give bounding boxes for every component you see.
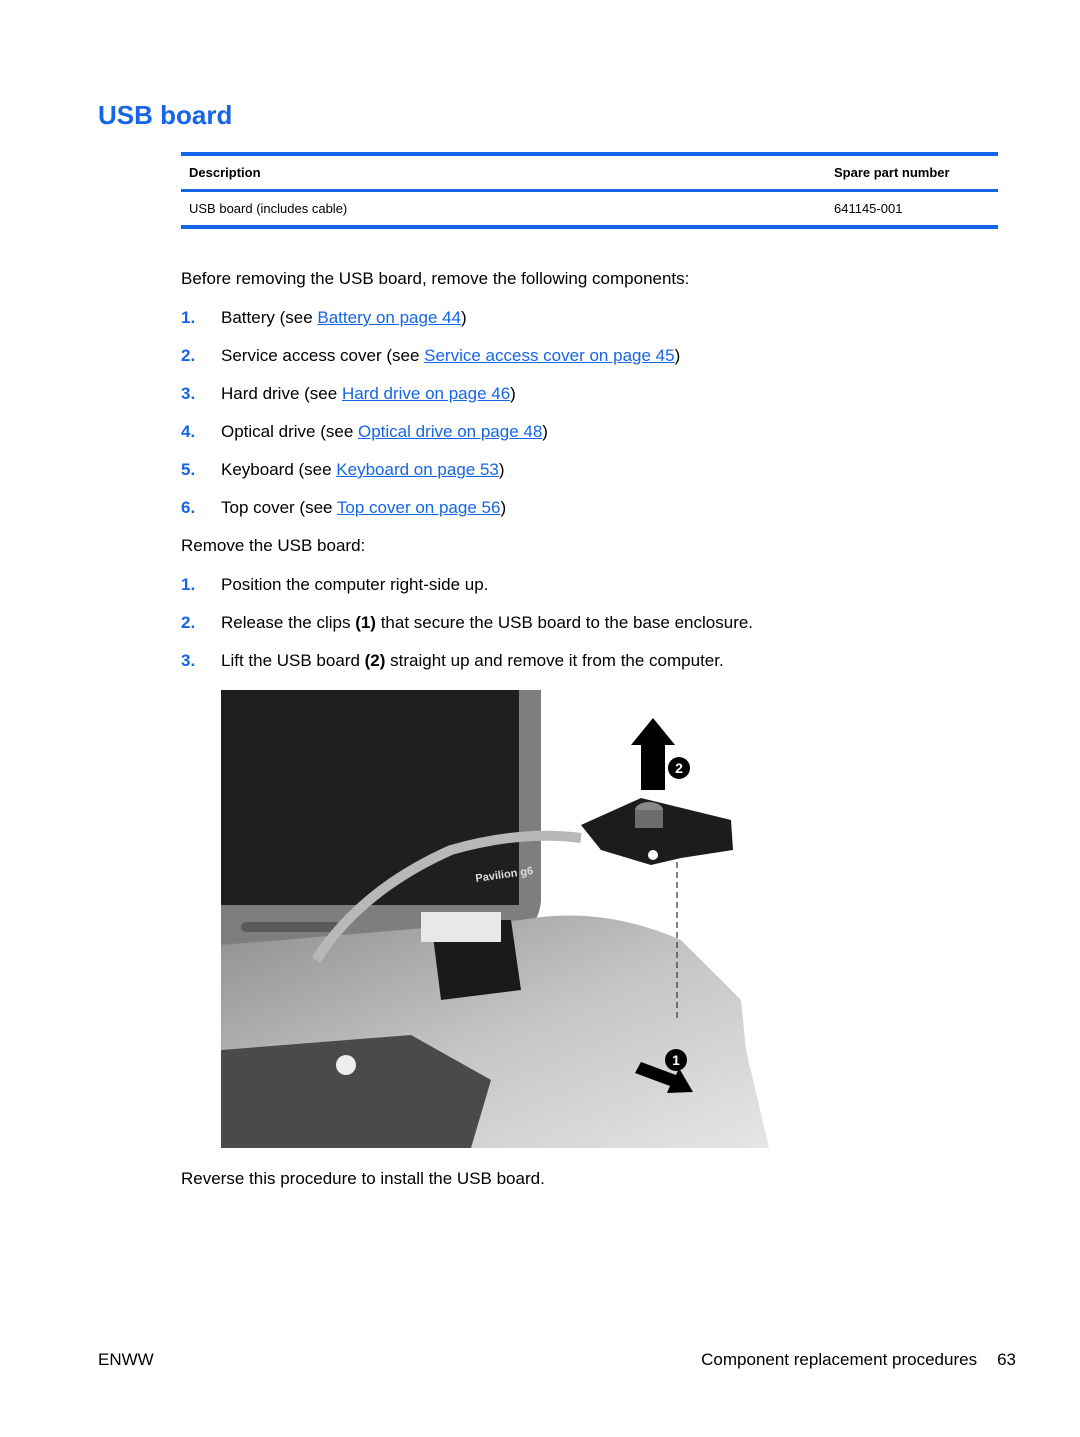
item-text: Battery (see bbox=[221, 308, 318, 327]
item-number: 5. bbox=[181, 460, 196, 479]
table-bottom-rule bbox=[181, 225, 998, 229]
item-text-suffix: ) bbox=[498, 460, 505, 479]
step-number: 2. bbox=[181, 613, 196, 632]
link-battery[interactable]: Battery on page 44 bbox=[317, 308, 461, 327]
item-number: 6. bbox=[181, 498, 196, 517]
callout-ref: (2) bbox=[364, 651, 386, 670]
footer-section: Component replacement procedures 63 bbox=[701, 1350, 1016, 1370]
callout-ref: (1) bbox=[355, 613, 376, 632]
page-title: USB board bbox=[98, 100, 233, 130]
step-text-after: that secure the USB board to the base en… bbox=[375, 613, 754, 632]
parts-table: Description Spare part number USB board … bbox=[181, 152, 998, 229]
callout-1-label: 1 bbox=[672, 1052, 680, 1068]
item-text: Service access cover (see bbox=[221, 346, 425, 365]
item-number: 4. bbox=[181, 422, 196, 441]
item-text-suffix: ) bbox=[542, 422, 548, 441]
step-number: 3. bbox=[181, 651, 196, 670]
prereq-intro: Before removing the USB board, remove th… bbox=[181, 269, 690, 288]
step-text-after: straight up and remove it from the compu… bbox=[385, 651, 724, 670]
link-hard-drive[interactable]: Hard drive on page 46 bbox=[342, 384, 510, 403]
usb-board-removal-illustration: Pavilion g6 2 1 bbox=[221, 690, 771, 1148]
table-row: USB board (includes cable) 641145-001 bbox=[181, 192, 998, 225]
item-text-suffix: ) bbox=[510, 384, 516, 403]
callout-2-label: 2 bbox=[675, 760, 683, 776]
item-number: 2. bbox=[181, 346, 196, 365]
link-keyboard[interactable]: Keyboard on page 53 bbox=[336, 460, 499, 479]
cell-description: USB board (includes cable) bbox=[189, 201, 348, 216]
table-header-row: Description Spare part number bbox=[181, 156, 998, 189]
step-text: Position the computer right-side up. bbox=[221, 575, 489, 594]
footer-section-title: Component replacement procedures bbox=[701, 1350, 978, 1369]
step-text: Lift the USB board bbox=[221, 651, 365, 670]
closing-note: Reverse this procedure to install the US… bbox=[181, 1169, 545, 1188]
item-text: Top cover (see bbox=[221, 498, 337, 517]
item-text: Optical drive (see bbox=[221, 422, 358, 441]
item-number: 3. bbox=[181, 384, 196, 403]
header-description: Description bbox=[189, 165, 261, 180]
step-text: Release the clips bbox=[221, 613, 356, 632]
step-number: 1. bbox=[181, 575, 196, 594]
item-text: Hard drive (see bbox=[221, 384, 342, 403]
item-text-suffix: ) bbox=[500, 498, 507, 517]
header-spare-part-number: Spare part number bbox=[834, 165, 950, 180]
link-top-cover[interactable]: Top cover on page 56 bbox=[337, 498, 501, 517]
link-optical-drive[interactable]: Optical drive on page 48 bbox=[358, 422, 542, 441]
removal-intro: Remove the USB board: bbox=[181, 536, 366, 555]
item-text-suffix: ) bbox=[461, 308, 467, 327]
footer-locale: ENWW bbox=[98, 1350, 154, 1369]
item-text-suffix: ) bbox=[674, 346, 681, 365]
link-service-access-cover[interactable]: Service access cover on page 45 bbox=[424, 346, 674, 365]
item-text: Keyboard (see bbox=[221, 460, 337, 479]
page-number: 63 bbox=[997, 1350, 1016, 1369]
cell-spare-part-number: 641145-001 bbox=[834, 201, 903, 216]
item-number: 1. bbox=[181, 308, 196, 327]
